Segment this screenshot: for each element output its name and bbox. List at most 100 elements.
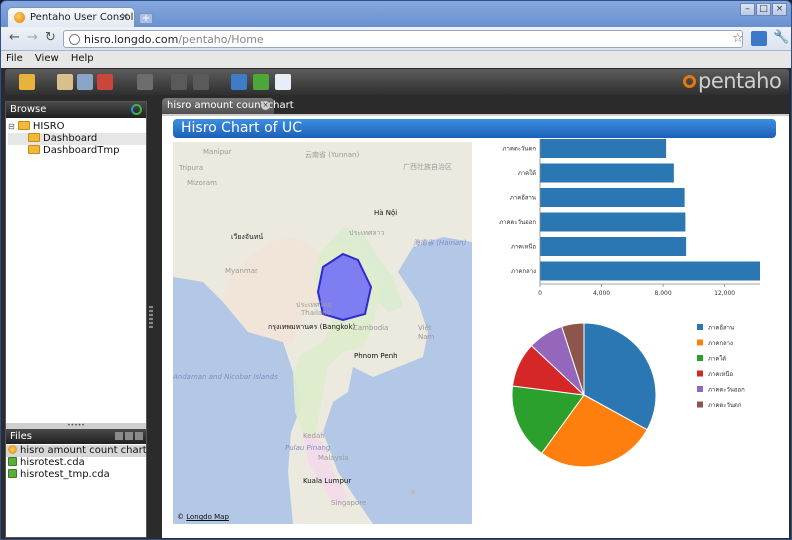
legend-swatch (697, 401, 703, 408)
map-label: ประเทศลาว (349, 229, 385, 237)
chart-file-icon (8, 445, 17, 454)
file-item[interactable]: hisrotest_tmp.cda (6, 469, 146, 481)
map-label: Myanmar (225, 267, 258, 275)
dashboard-content: Hisro Chart of UC Manipur 云南省 (Yunnan) 广… (162, 114, 789, 538)
map-copyright: © Longdo Map (177, 513, 229, 521)
map-label: Singapore (331, 499, 367, 507)
browser-tab[interactable]: Pentaho User Console - hisro × (7, 7, 135, 27)
save-icon[interactable] (171, 74, 187, 90)
folder-icon (17, 121, 30, 130)
cda-file-icon (8, 469, 17, 478)
tree-item-dashboardtmp[interactable]: DashboardTmp (8, 145, 146, 157)
tree-item-label: Dashboard (43, 133, 98, 144)
pentaho-logo-text: pentaho (698, 69, 782, 93)
close-window-button[interactable]: × (772, 3, 787, 16)
menu-file[interactable]: File (1, 51, 27, 64)
new-report-icon[interactable] (57, 74, 73, 90)
data-source-icon[interactable] (253, 74, 269, 90)
pentaho-logo: pentaho (683, 69, 782, 95)
collapse-icon[interactable]: ⊟ (8, 122, 15, 131)
map-view[interactable]: Manipur 云南省 (Yunnan) 广西壮族自治区 Tripura Miz… (173, 142, 472, 524)
file-actions (115, 432, 143, 440)
map-label: Nam (418, 333, 435, 341)
bar-category-label: ภาคกลาง (511, 268, 536, 275)
bar (540, 261, 760, 281)
bar (540, 163, 674, 183)
map-label: Việt (418, 324, 432, 332)
file-item[interactable]: hisro amount count chart (6, 445, 147, 457)
tab-close-icon[interactable]: × (121, 11, 129, 22)
map-label: 海南省 (Hainan) (413, 239, 467, 247)
bookmark-star-icon[interactable]: ☆ (732, 31, 744, 46)
browser-window: Pentaho User Console - hisro × + – □ × ←… (0, 0, 792, 540)
main-toolbar (5, 69, 789, 95)
file-action-icon[interactable] (115, 432, 123, 440)
url-path: /pentaho/Home (178, 33, 264, 46)
back-arrow-icon[interactable]: ← (9, 30, 20, 45)
tree-item-dashboard[interactable]: Dashboard (8, 133, 146, 145)
map-label: เวียงจันทน์ (231, 233, 264, 241)
dashboard-title: Hisro Chart of UC (173, 119, 776, 138)
tree-item-label: DashboardTmp (43, 145, 120, 156)
legend-swatch (697, 339, 703, 346)
content-tab[interactable]: hisro amount count chart × (162, 98, 294, 114)
cde-icon[interactable] (275, 74, 291, 90)
file-name: hisrotest.cda (20, 457, 85, 468)
map-label: Cambodia (353, 324, 389, 332)
menu-view[interactable]: View (30, 51, 63, 64)
browse-title: Browse (10, 104, 47, 115)
menu-help[interactable]: Help (66, 51, 98, 64)
save-as-icon[interactable] (193, 74, 209, 90)
content-tab-close-icon[interactable]: × (261, 101, 270, 110)
map-label: Manipur (203, 148, 232, 156)
legend-label: ภาคตะวันออก (708, 387, 745, 394)
globe-icon (69, 34, 80, 45)
forward-arrow-icon[interactable]: → (27, 30, 38, 45)
maximize-button[interactable]: □ (756, 3, 771, 16)
address-bar[interactable]: hisro.longdo.com/pentaho/Home (63, 30, 743, 48)
bar-category-label: ภาคอีสาน (510, 194, 536, 202)
cda-file-icon (8, 457, 17, 466)
file-item[interactable]: hisrotest.cda (6, 457, 146, 469)
monitor-icon[interactable] (231, 74, 247, 90)
legend-label: ภาคเหนือ (708, 370, 733, 378)
map-label: Malaysia (318, 454, 349, 462)
extension-icon[interactable] (751, 31, 767, 46)
tree-item-root[interactable]: ⊟ HISRO (8, 121, 146, 133)
analysis-icon[interactable] (77, 74, 93, 90)
bar-category-label: ภาคใต้ (518, 169, 536, 177)
bar (540, 139, 667, 158)
reload-icon[interactable]: ↻ (45, 30, 56, 45)
x-tick-label: 0 (538, 290, 542, 297)
map-label: Kedah (303, 432, 325, 440)
browser-titlebar: Pentaho User Console - hisro × + – □ × (1, 1, 791, 27)
window-controls: – □ × (740, 3, 787, 16)
legend-swatch (697, 370, 703, 377)
edit-pencil-icon[interactable] (137, 74, 153, 90)
dashboard-icon[interactable] (97, 74, 113, 90)
map-label: Phnom Penh (354, 352, 398, 360)
singapore-dot (411, 490, 415, 494)
map-label: 广西壮族自治区 (403, 163, 452, 171)
bar-category-label: ภาคเหนือ (511, 243, 536, 251)
wrench-icon[interactable]: 🔧 (773, 30, 789, 45)
file-action-icon[interactable] (125, 432, 133, 440)
open-folder-icon[interactable] (19, 74, 35, 90)
folder-icon (28, 145, 40, 154)
workspace: hisro amount count chart × Hisro Chart o… (156, 97, 789, 538)
folder-icon (28, 133, 40, 142)
file-action-icon[interactable] (135, 432, 143, 440)
charts-area: ภาคตะวันตกภาคใต้ภาคอีสานภาคตะวันออก ภาคเห… (499, 139, 760, 468)
refresh-icon[interactable] (131, 104, 142, 115)
longdo-map-link[interactable]: Longdo Map (186, 513, 229, 521)
file-name: hisro amount count chart (20, 445, 147, 456)
tree-item-label: HISRO (32, 121, 65, 132)
new-tab-button[interactable]: + (139, 13, 153, 24)
bar-category-label: ภาคตะวันตก (503, 146, 537, 153)
minimize-button[interactable]: – (740, 3, 755, 16)
bar (540, 188, 685, 207)
pentaho-logo-icon (683, 75, 696, 88)
map-label: Andaman and Nicobar Islands (173, 373, 278, 381)
pentaho-favicon-icon (14, 12, 25, 23)
resize-handle[interactable] (149, 306, 153, 328)
